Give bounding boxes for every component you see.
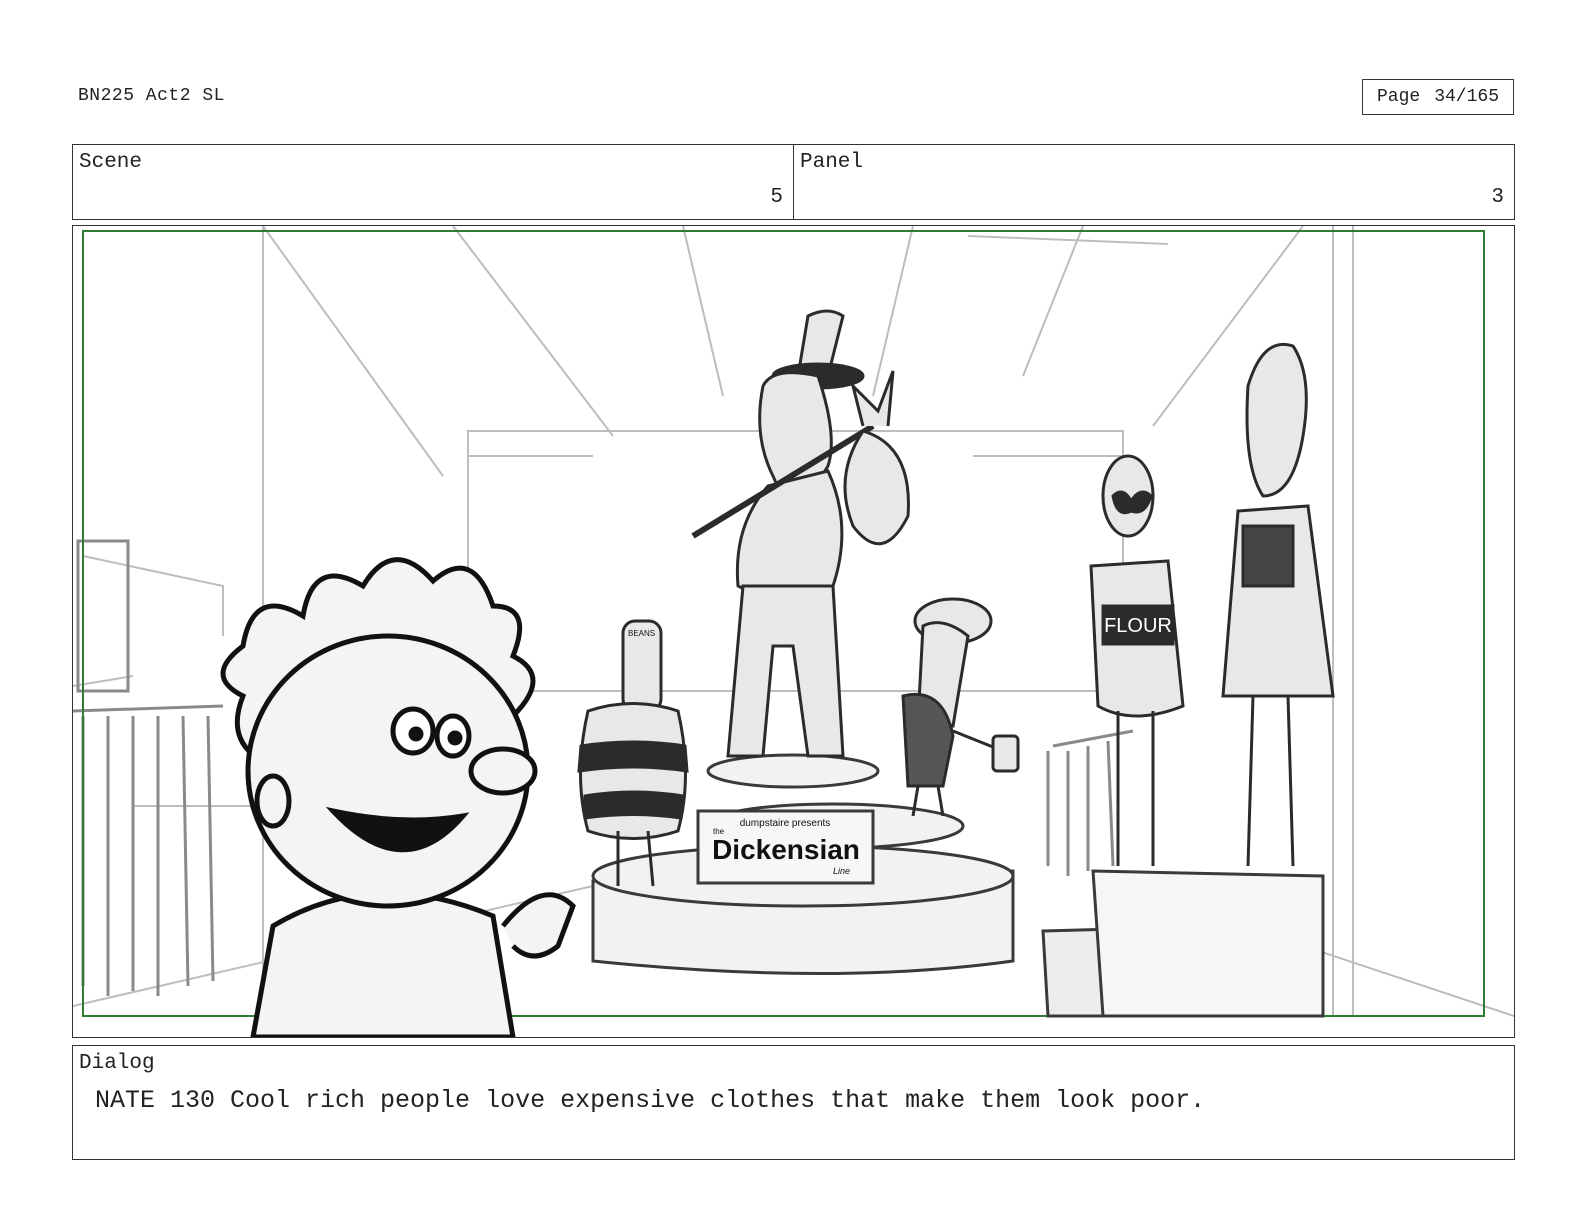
panel-number: 3 (1491, 186, 1504, 209)
hobo-mannequin (691, 309, 910, 758)
apron-mannequin (1221, 343, 1335, 867)
panel-label: Panel (800, 151, 864, 174)
sign-presents-text: dumpstaire presents (740, 818, 831, 829)
scene-panel-header: Scene 5 Panel 3 (72, 144, 1515, 220)
flour-mannequin: FLOUR (1089, 454, 1185, 866)
display-table (1041, 869, 1325, 1018)
panel-cell: Panel 3 (793, 145, 1514, 219)
sign-title-text: Dickensian (712, 834, 860, 865)
flour-shirt-text: FLOUR (1104, 615, 1172, 637)
nate-character (220, 557, 576, 1037)
page-label: Page (1376, 87, 1421, 107)
boy-mannequin (901, 597, 1020, 817)
page-number: 34/165 (1434, 87, 1500, 107)
sign-line-text: Line (833, 866, 850, 876)
scene-cell: Scene 5 (73, 145, 793, 219)
storyboard-drawing: dumpstaire presents the Dickensian Line … (73, 226, 1514, 1037)
barrel-mannequin: BEANS (577, 619, 689, 887)
can-label: BEANS (628, 629, 655, 638)
scene-number: 5 (770, 186, 783, 209)
page-counter: Page 34/165 (1362, 79, 1514, 115)
dialog-label: Dialog (79, 1052, 155, 1075)
dialog-box: Dialog NATE 130 Cool rich people love ex… (72, 1045, 1515, 1160)
scene-label: Scene (79, 151, 143, 174)
document-title: BN225 Act2 SL (78, 86, 225, 106)
storyboard-panel: dumpstaire presents the Dickensian Line … (72, 225, 1515, 1038)
dialog-line: NATE 130 Cool rich people love expensive… (95, 1086, 1206, 1115)
